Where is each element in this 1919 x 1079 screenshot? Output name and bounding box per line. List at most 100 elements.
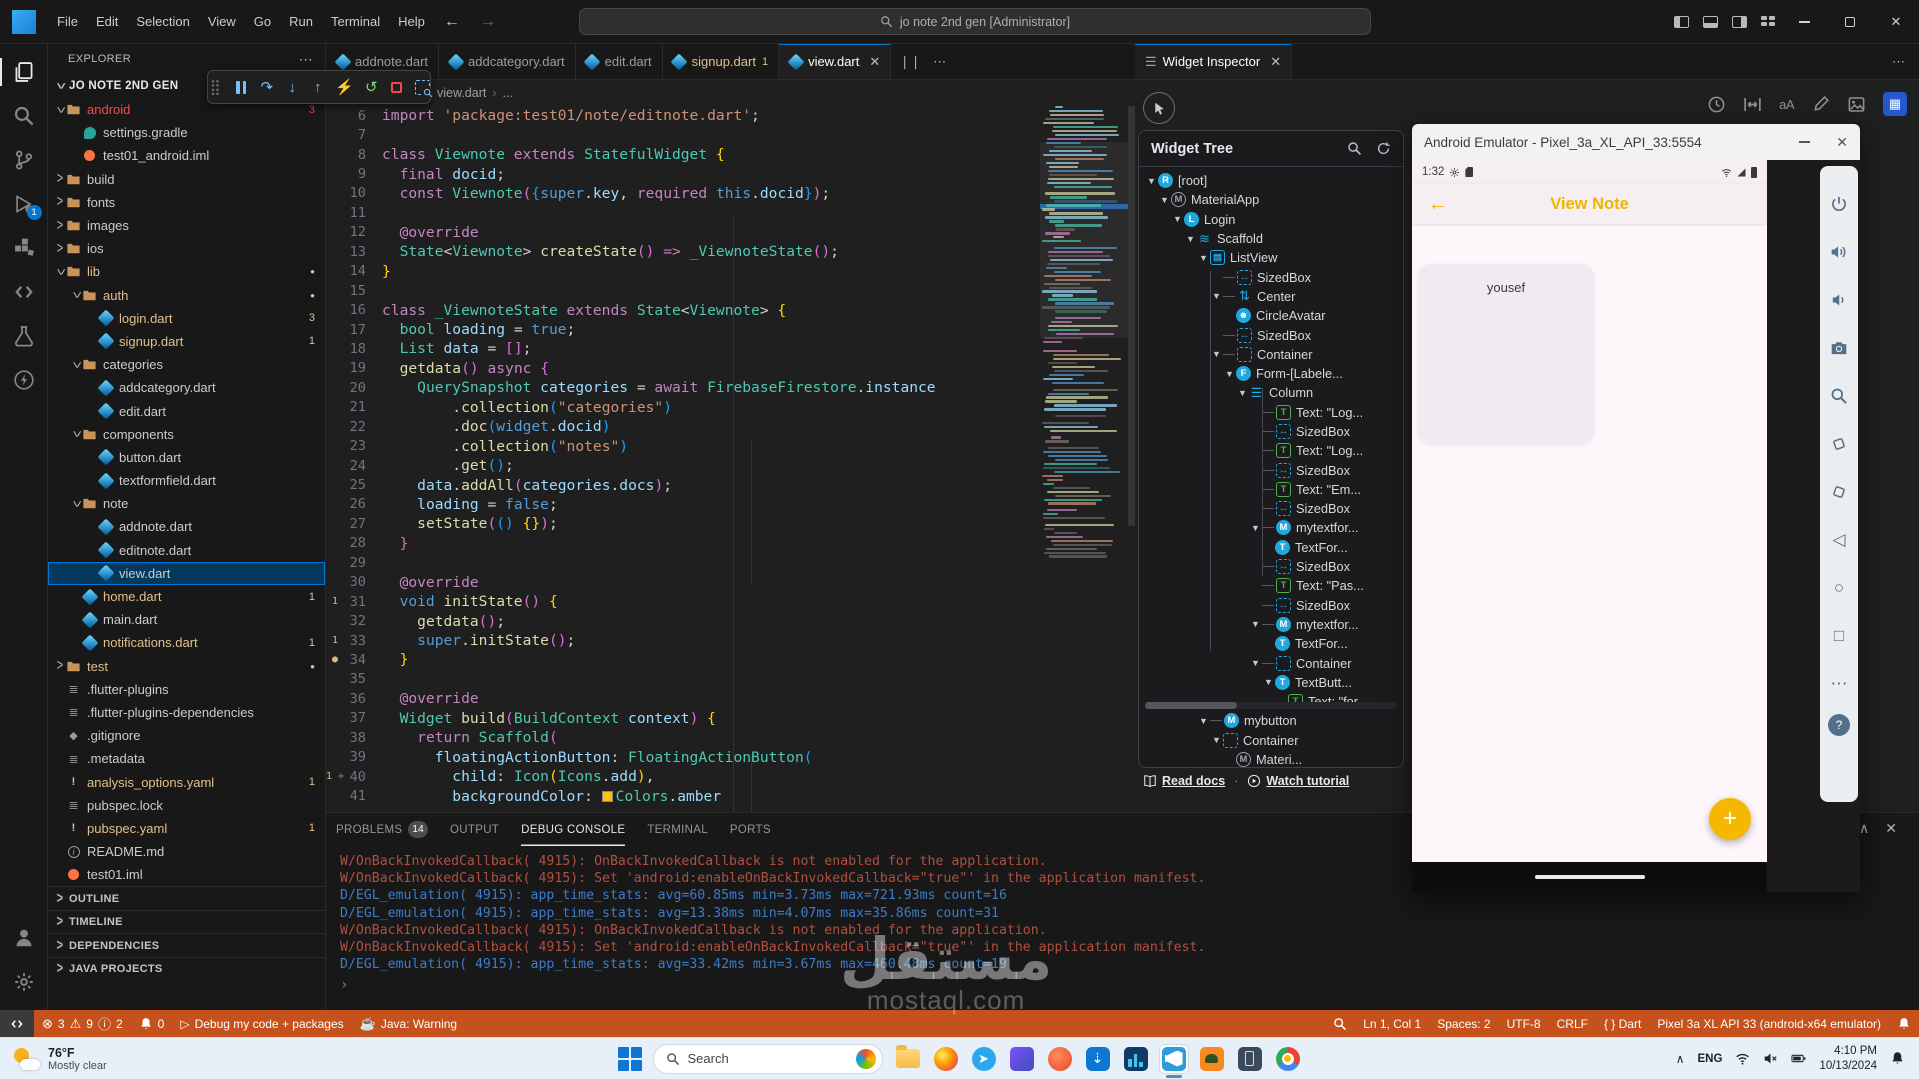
emulator-help-button[interactable]: ?: [1828, 714, 1850, 736]
tab-edit.dart[interactable]: edit.dart: [575, 44, 663, 79]
menu-terminal[interactable]: Terminal: [322, 10, 389, 33]
notification-bell-icon[interactable]: [1890, 1051, 1905, 1066]
nav-forward-icon[interactable]: →: [470, 13, 506, 31]
widget-mytextfor-[interactable]: ▼ Mmytextfor...: [1139, 615, 1403, 634]
widget-textbutt-[interactable]: ▼ T TextButt...: [1139, 673, 1403, 692]
menu-go[interactable]: Go: [245, 10, 280, 33]
emulator-volume-up-button[interactable]: [1820, 228, 1858, 276]
taskbar-app-vscode[interactable]: [1158, 1043, 1189, 1078]
panel-close-icon[interactable]: ✕: [1885, 820, 1897, 837]
status-zoom[interactable]: [1325, 1010, 1355, 1037]
widget-container[interactable]: ▼ Container: [1139, 731, 1403, 750]
taskbar-app-analytics[interactable]: [1121, 1044, 1151, 1074]
emulator-tilt-right-button[interactable]: [1820, 468, 1858, 516]
maximize-button[interactable]: [1827, 0, 1873, 44]
close-tab-icon[interactable]: ✕: [869, 54, 880, 70]
widget-column[interactable]: ▼ ☰ Column: [1139, 383, 1403, 402]
emulator-close-icon[interactable]: ✕: [1836, 134, 1848, 151]
file-notifications.dart[interactable]: notifications.dart 1: [48, 631, 325, 654]
widget-sizedbox[interactable]: ↔ SizedBox: [1139, 422, 1403, 441]
status-bell[interactable]: [1889, 1010, 1919, 1037]
file-components[interactable]: > components: [48, 423, 325, 446]
restart-icon[interactable]: ↺: [364, 78, 380, 96]
editor-scrollbar[interactable]: [1128, 106, 1135, 526]
file-test01_android.iml[interactable]: test01_android.iml: [48, 144, 325, 167]
panel-tab-problems[interactable]: PROBLEMS 14: [336, 813, 429, 846]
file-test[interactable]: > test ●: [48, 655, 325, 678]
explorer-more-icon[interactable]: ⋯: [299, 51, 313, 68]
emulator-zoom-button[interactable]: [1820, 372, 1858, 420]
widget--root-[interactable]: ▼ R [root]: [1139, 171, 1403, 190]
tab-view.dart[interactable]: view.dart ✕: [779, 44, 892, 79]
emulator-overview-button[interactable]: □: [1820, 612, 1858, 660]
phone-fab-add-button[interactable]: +: [1709, 798, 1751, 840]
problems-status[interactable]: ⊗ 3 ⚠ 9 ⓘ 2: [34, 1010, 131, 1037]
status-indentation[interactable]: Spaces: 2: [1429, 1010, 1498, 1037]
file-analysis_options.yaml[interactable]: ! analysis_options.yaml 1: [48, 770, 325, 793]
emulator-home-button[interactable]: ○: [1820, 564, 1858, 612]
start-button[interactable]: [617, 1046, 643, 1072]
widget-textfor-[interactable]: T TextFor...: [1139, 634, 1403, 653]
file-login.dart[interactable]: login.dart 3: [48, 307, 325, 330]
file-.flutter-plugins-dependencies[interactable]: ≣ .flutter-plugins-dependencies: [48, 701, 325, 724]
widget-text-log-[interactable]: T Text: "Log...: [1139, 403, 1403, 422]
status-language-mode[interactable]: { } Dart: [1596, 1010, 1649, 1037]
file-auth[interactable]: > auth ●: [48, 284, 325, 307]
activity-extensions[interactable]: [0, 226, 48, 270]
taskbar-app-store[interactable]: ⇣: [1083, 1044, 1113, 1074]
emulator-minimize-icon[interactable]: [1799, 141, 1811, 143]
widget-sizedbox[interactable]: ↔ SizedBox: [1139, 596, 1403, 615]
activity-remote-explorer[interactable]: [0, 270, 48, 314]
file-pubspec.yaml[interactable]: ! pubspec.yaml 1: [48, 817, 325, 840]
file-.metadata[interactable]: ≣ .metadata: [48, 747, 325, 770]
widget-text-pas-[interactable]: T Text: "Pas...: [1139, 576, 1403, 595]
activity-search[interactable]: [0, 94, 48, 138]
file-addnote.dart[interactable]: addnote.dart: [48, 515, 325, 538]
emulator-camera-button[interactable]: [1820, 324, 1858, 372]
notifications-count[interactable]: 0: [131, 1010, 173, 1037]
step-into-icon[interactable]: ↓: [285, 78, 301, 96]
widget-tree-search-icon[interactable]: [1347, 141, 1362, 156]
close-button[interactable]: ✕: [1873, 0, 1919, 44]
taskbar-search[interactable]: Search: [652, 1043, 883, 1074]
widget-container[interactable]: ▼ Container: [1139, 345, 1403, 364]
stop-icon[interactable]: [389, 78, 405, 96]
widget-sizedbox[interactable]: ↔ SizedBox: [1139, 557, 1403, 576]
taskbar-app-reddit[interactable]: [1045, 1044, 1075, 1074]
debug-session-status[interactable]: ▷ Debug my code + packages: [172, 1010, 351, 1037]
split-editor-icon[interactable]: ❘❘: [899, 54, 921, 70]
section-dependencies[interactable]: > DEPENDENCIES: [48, 933, 325, 957]
widget-inspector-toggle-icon[interactable]: [414, 78, 433, 98]
toggle-sidebar-icon[interactable]: [1674, 16, 1689, 28]
widget-sizedbox[interactable]: ↔ SizedBox: [1139, 460, 1403, 479]
widget-sizedbox[interactable]: ↔ SizedBox: [1139, 325, 1403, 344]
console-prompt[interactable]: ›: [340, 977, 1909, 994]
panel-maximize-icon[interactable]: ∧: [1859, 820, 1869, 837]
file-signup.dart[interactable]: signup.dart 1: [48, 330, 325, 353]
emulator-title-bar[interactable]: Android Emulator - Pixel_3a_XL_API_33:55…: [1412, 124, 1860, 160]
tray-overflow-chevron[interactable]: ∧: [1676, 1052, 1685, 1066]
taskbar-app-firefox[interactable]: [931, 1044, 961, 1074]
command-center-search[interactable]: jo note 2nd gen [Administrator]: [579, 8, 1371, 35]
taskbar-app-android-emulator[interactable]: [1197, 1044, 1227, 1074]
remote-indicator[interactable]: [0, 1010, 34, 1037]
panel-tab-ports[interactable]: PORTS: [730, 813, 771, 846]
activity-run-and-debug[interactable]: 1: [0, 182, 48, 226]
read-docs-link[interactable]: Read docs: [1143, 774, 1225, 788]
fit-width-icon[interactable]: [1743, 95, 1762, 114]
inspector-more-icon[interactable]: ⋯: [1892, 54, 1905, 70]
section-java-projects[interactable]: > JAVA PROJECTS: [48, 956, 325, 981]
text-size-icon[interactable]: aA: [1779, 97, 1794, 112]
customize-layout-icon[interactable]: [1761, 16, 1776, 28]
file-categories[interactable]: > categories: [48, 353, 325, 376]
emulator-more-button[interactable]: ⋯: [1820, 660, 1858, 708]
file-README.md[interactable]: i README.md: [48, 840, 325, 863]
widget-mytextfor-[interactable]: ▼ Mmytextfor...: [1139, 518, 1403, 537]
step-over-icon[interactable]: ↷: [259, 78, 275, 96]
performance-icon[interactable]: [1707, 95, 1726, 114]
emulator-back-button[interactable]: ◁: [1820, 516, 1858, 564]
phone-home-bar[interactable]: [1534, 875, 1645, 879]
tab-addcategory.dart[interactable]: addcategory.dart: [439, 44, 576, 79]
clock[interactable]: 4:10 PM 10/13/2024: [1819, 1044, 1877, 1074]
file-pubspec.lock[interactable]: ≣ pubspec.lock: [48, 794, 325, 817]
